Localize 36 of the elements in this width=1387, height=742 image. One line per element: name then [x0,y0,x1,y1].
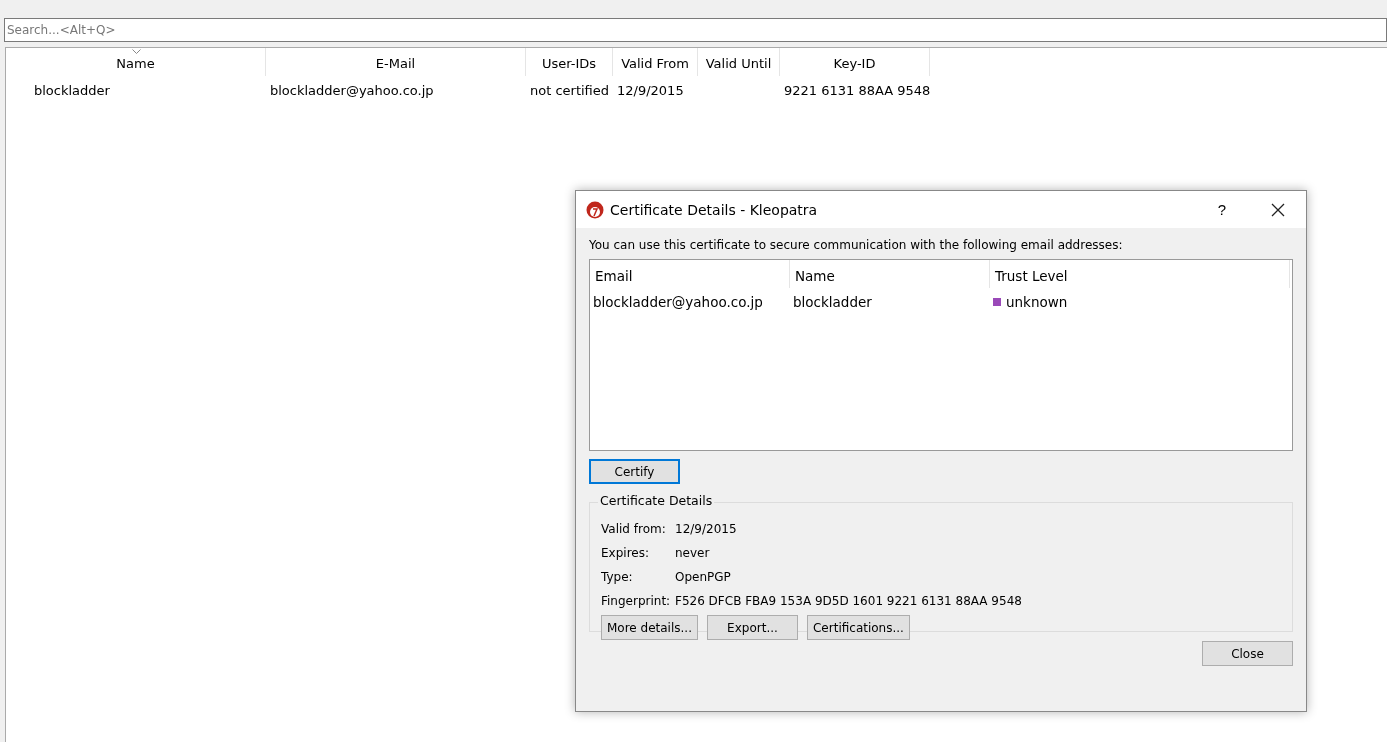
column-header[interactable]: Name [790,260,990,288]
help-button[interactable]: ? [1194,191,1250,228]
window-title: Certificate Details - Kleopatra [610,201,818,218]
detail-label: Fingerprint: [601,594,672,608]
table-cell: blockladder [34,82,110,98]
table-cell: blockladder@yahoo.co.jp [270,82,434,98]
detail-value: OpenPGP [675,570,731,584]
column-header[interactable]: User-IDs [526,48,613,76]
table-cell: blockladder@yahoo.co.jp [593,294,763,310]
column-header[interactable]: E-Mail [266,48,526,76]
detail-label: Type: [601,570,634,584]
detail-label: Expires: [601,546,650,560]
detail-label: Valid from: [601,522,667,536]
table-cell: 12/9/2015 [617,82,684,98]
column-header[interactable]: Trust Level [990,260,1290,288]
column-header[interactable]: Name [6,48,266,76]
app-logo-icon [586,200,604,219]
column-header[interactable]: Key-ID [780,48,930,76]
group-title: Certificate Details [598,493,715,508]
dialog-button[interactable]: Certifications... [807,615,910,640]
search-field[interactable]: Search...<Alt+Q> [4,18,1387,42]
column-header[interactable]: Email [590,260,790,288]
table-cell: not certified [530,82,610,98]
dialog-button[interactable]: Export... [707,615,798,640]
table-cell: unknown [1006,294,1068,310]
detail-value: 12/9/2015 [675,522,737,536]
column-header[interactable]: Valid Until [698,48,780,76]
dialog-button[interactable]: More details... [601,615,698,640]
detail-value: never [675,546,710,560]
certify-button[interactable]: Certify [589,459,680,484]
column-header[interactable]: Valid From [613,48,698,76]
intro-text: You can use this certificate to secure communication with the following email addresses: [589,238,1124,252]
table-cell: blockladder [793,294,872,310]
close-button[interactable]: Close [1202,641,1293,666]
detail-value: F526 DFCB FBA9 153A 9D5D 1601 9221 6131 88AA 9548 [675,594,1022,608]
table-cell: 9221 6131 88AA 9548 [784,82,931,98]
